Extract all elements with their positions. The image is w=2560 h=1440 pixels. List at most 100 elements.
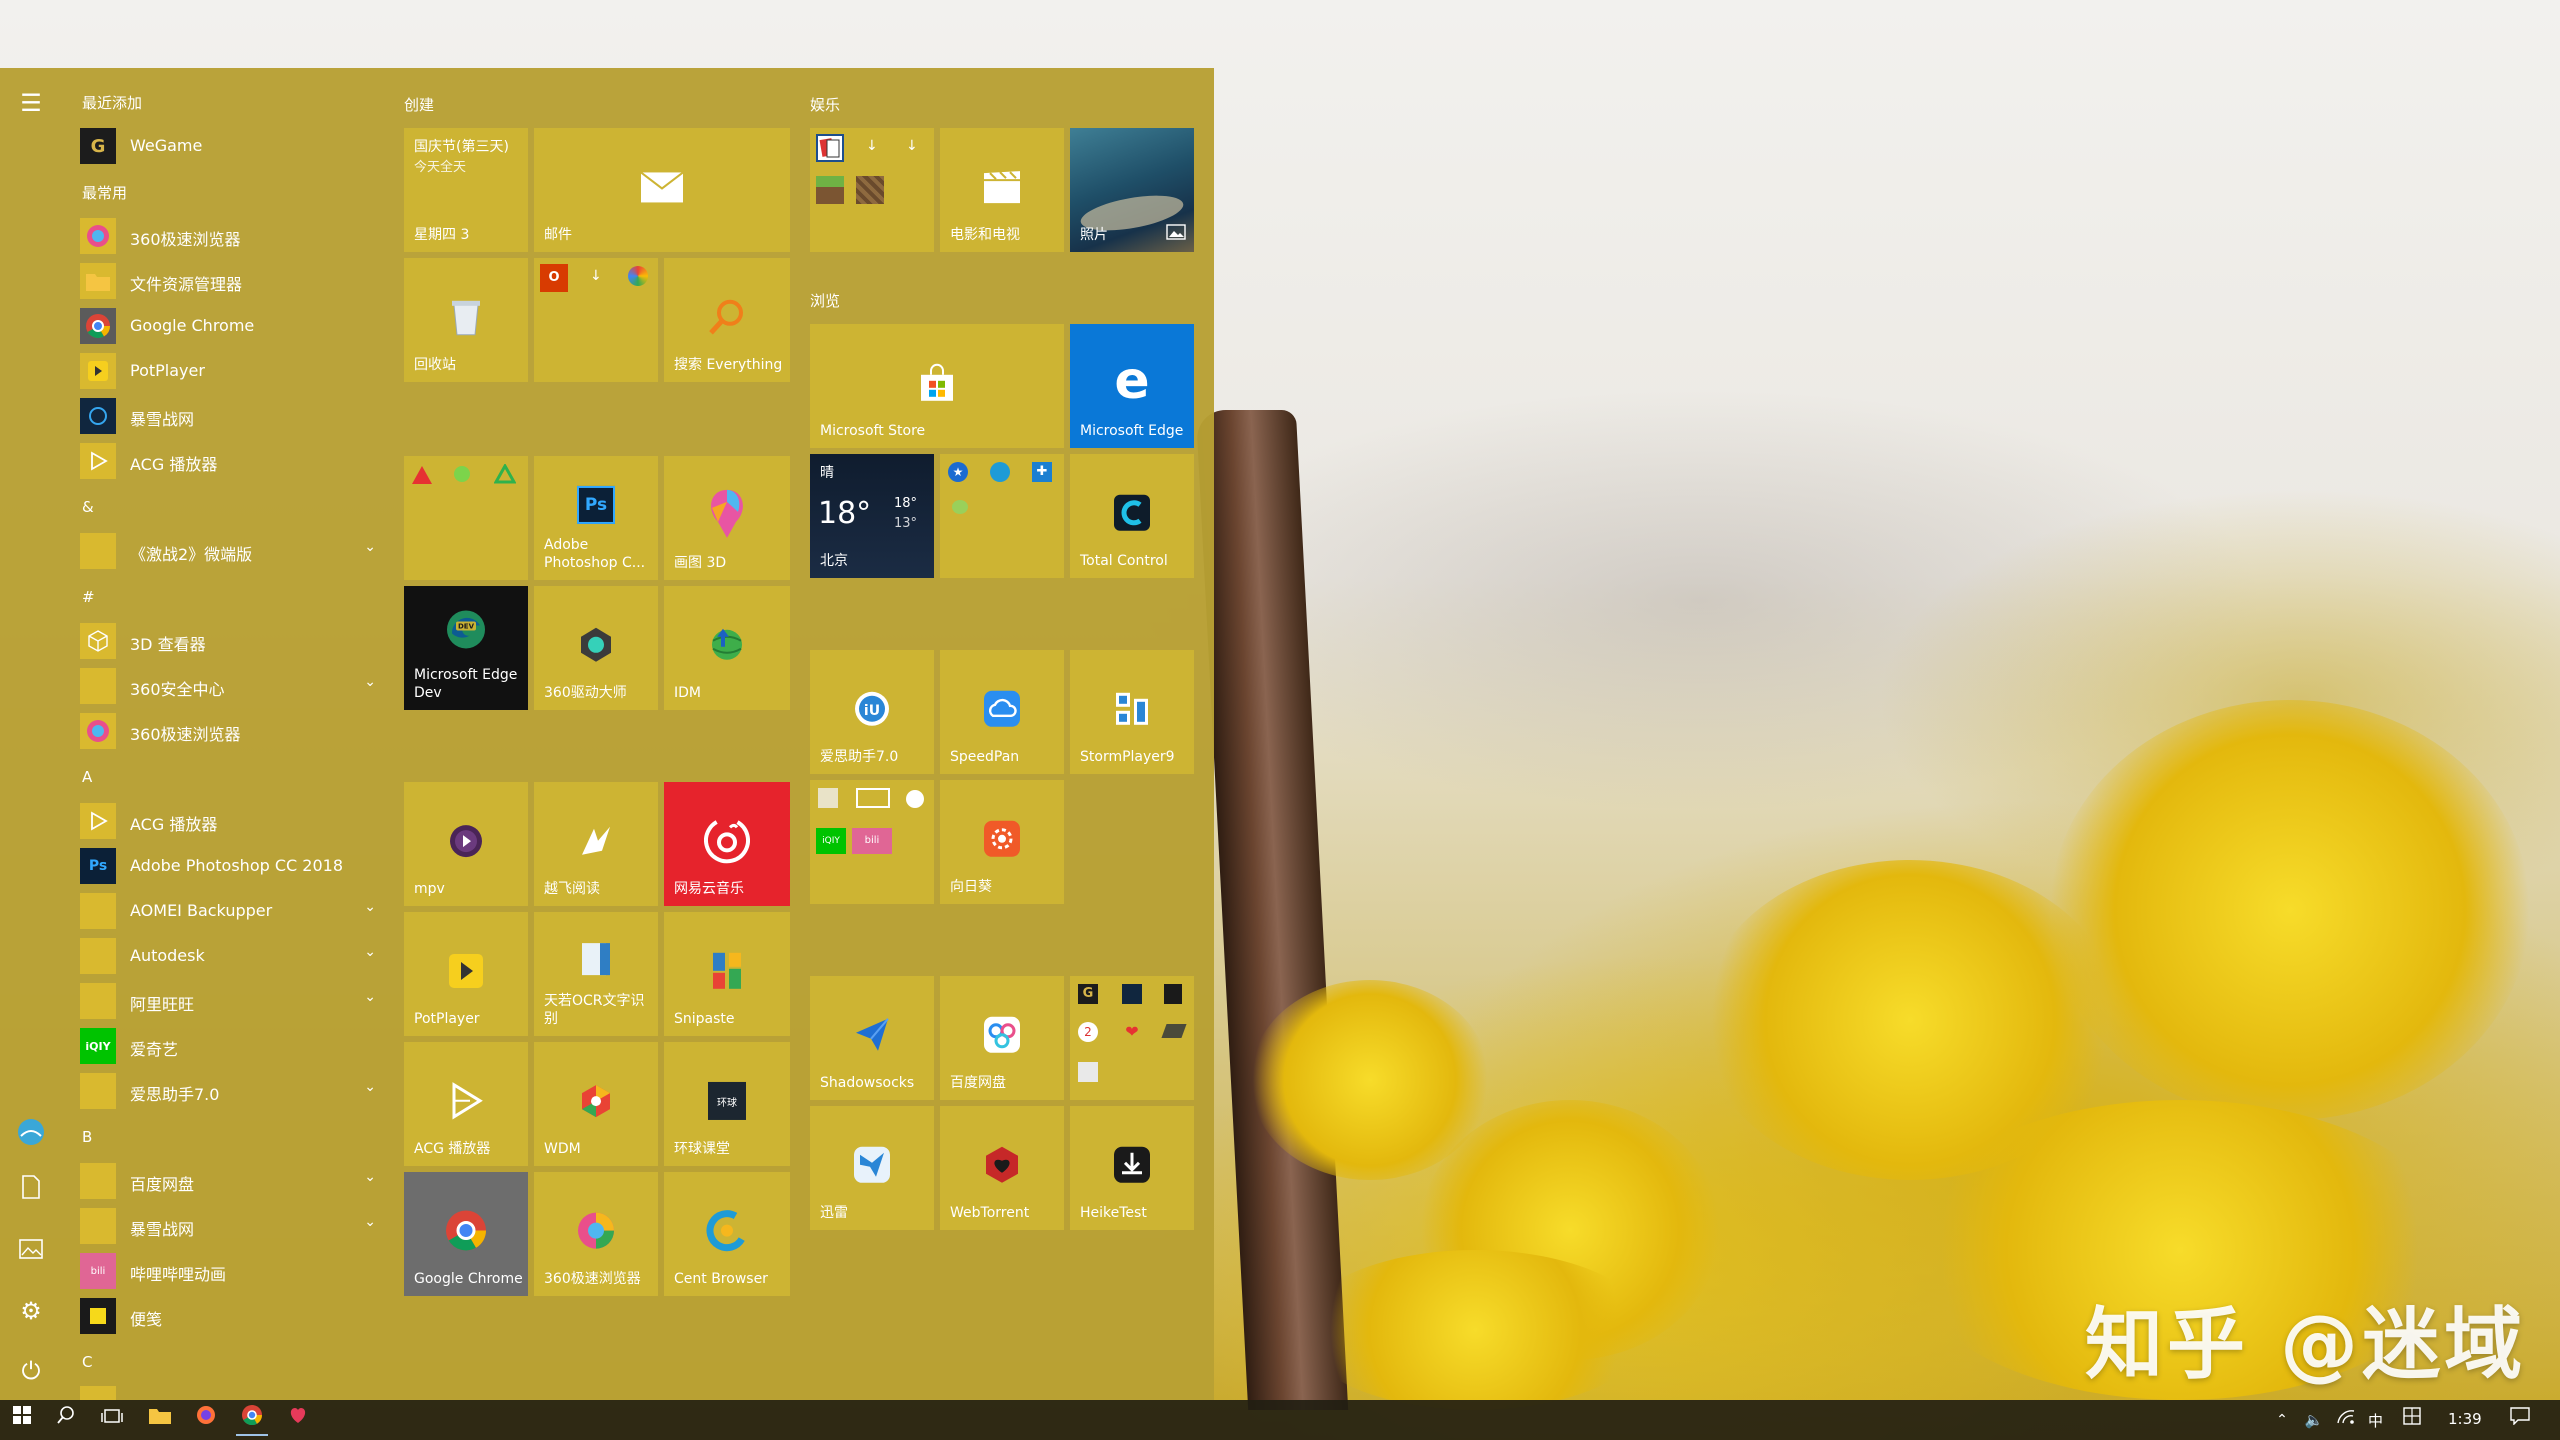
total-control-tile[interactable]: Total Control bbox=[1070, 454, 1194, 578]
xiangrikui-tile[interactable]: 向日葵 bbox=[940, 780, 1064, 904]
mpv-tile[interactable]: mpv bbox=[404, 782, 528, 906]
baidu-pan-tile[interactable]: 百度网盘 bbox=[940, 976, 1064, 1100]
chevron-down-icon[interactable]: ⌄ bbox=[364, 1169, 376, 1185]
section-letter[interactable]: A bbox=[82, 768, 92, 786]
list-item[interactable]: 360极速浏览器 bbox=[80, 711, 390, 751]
netease-music-tile[interactable]: 网易云音乐 bbox=[664, 782, 790, 906]
group-label-browse[interactable]: 浏览 bbox=[810, 290, 840, 311]
list-item[interactable]: AOMEI Backupper ⌄ bbox=[80, 891, 390, 931]
photoshop-tile[interactable]: Ps Adobe Photoshop C... bbox=[534, 456, 658, 580]
microsoft-store-tile[interactable]: Microsoft Store bbox=[810, 324, 1064, 448]
section-letter[interactable]: # bbox=[82, 588, 95, 606]
list-item[interactable]: 《激战2》微端版 ⌄ bbox=[80, 531, 390, 571]
taskbar-clock[interactable]: 1:39 bbox=[2448, 1410, 2482, 1428]
list-item[interactable]: ACG 播放器 bbox=[80, 441, 390, 481]
list-item[interactable]: iQIY 爱奇艺 bbox=[80, 1026, 390, 1066]
chevron-down-icon[interactable]: ⌄ bbox=[364, 539, 376, 555]
cent-browser-tile[interactable]: Cent Browser bbox=[664, 1172, 790, 1296]
list-item[interactable]: 360安全中心 ⌄ bbox=[80, 666, 390, 706]
chrome-tile[interactable]: Google Chrome bbox=[404, 1172, 528, 1296]
media-folder-tile[interactable]: iQIY bili bbox=[810, 780, 934, 904]
list-item[interactable]: 暴雪战网 ⌄ bbox=[80, 1206, 390, 1246]
xunlei-tile[interactable]: 迅雷 bbox=[810, 1106, 934, 1230]
games-folder-tile[interactable]: ↓ ↓ bbox=[810, 128, 934, 252]
movies-tv-tile[interactable]: 电影和电视 bbox=[940, 128, 1064, 252]
windows-start-icon[interactable] bbox=[6, 1404, 38, 1436]
task-view-icon[interactable] bbox=[96, 1404, 128, 1436]
section-letter[interactable]: B bbox=[82, 1128, 92, 1146]
chevron-up-icon[interactable]: ⌃ bbox=[2266, 1404, 2298, 1436]
idm-tile[interactable]: IDM bbox=[664, 586, 790, 710]
list-item[interactable]: Autodesk ⌄ bbox=[80, 936, 390, 976]
ime-indicator[interactable]: 中 bbox=[2368, 1410, 2383, 1431]
hamburger-menu-icon[interactable]: ☰ bbox=[14, 86, 48, 120]
action-center-icon[interactable] bbox=[2504, 1404, 2536, 1436]
weather-tile[interactable]: 晴 18° 18° 13° 北京 bbox=[810, 454, 934, 578]
list-item[interactable]: 阿里旺旺 ⌄ bbox=[80, 981, 390, 1021]
list-item[interactable]: 爱思助手7.0 ⌄ bbox=[80, 1071, 390, 1111]
photos-tile[interactable]: 照片 bbox=[1070, 128, 1194, 252]
power-icon[interactable]: ⏻ bbox=[14, 1354, 48, 1388]
ime-grid-icon[interactable] bbox=[2396, 1404, 2428, 1436]
chevron-down-icon[interactable]: ⌄ bbox=[364, 944, 376, 960]
chevron-down-icon[interactable]: ⌄ bbox=[364, 989, 376, 1005]
chrome-icon[interactable] bbox=[236, 1404, 268, 1436]
user-avatar[interactable] bbox=[14, 1118, 48, 1152]
list-item[interactable]: Google Chrome bbox=[80, 306, 390, 346]
webtorrent-tile[interactable]: WebTorrent bbox=[940, 1106, 1064, 1230]
microsoft-edge-tile[interactable]: e Microsoft Edge bbox=[1070, 324, 1194, 448]
chevron-down-icon[interactable]: ⌄ bbox=[364, 1214, 376, 1230]
wifi-icon[interactable] bbox=[2330, 1404, 2362, 1436]
snipaste-tile[interactable]: Snipaste bbox=[664, 912, 790, 1036]
ocr-tile[interactable]: 天若OCR文字识别 bbox=[534, 912, 658, 1036]
utilities-folder-tile[interactable]: G 2 ❤ bbox=[1070, 976, 1194, 1100]
list-item[interactable]: 360极速浏览器 bbox=[80, 216, 390, 256]
chevron-down-icon[interactable]: ⌄ bbox=[364, 674, 376, 690]
file-explorer-icon[interactable] bbox=[144, 1404, 176, 1436]
volume-icon[interactable]: 🔈 bbox=[2298, 1404, 2330, 1436]
list-item[interactable]: bili 哔哩哔哩动画 bbox=[80, 1251, 390, 1291]
shadowsocks-tile[interactable]: Shadowsocks bbox=[810, 976, 934, 1100]
edge-dev-tile[interactable]: DEV Microsoft Edge Dev bbox=[404, 586, 528, 710]
heiketest-tile[interactable]: HeikeTest bbox=[1070, 1106, 1194, 1230]
driver360-tile[interactable]: 360驱动大师 bbox=[534, 586, 658, 710]
section-letter[interactable]: C bbox=[82, 1353, 92, 1371]
wdm-tile[interactable]: WDM bbox=[534, 1042, 658, 1166]
aisi-tile[interactable]: iU 爱思助手7.0 bbox=[810, 650, 934, 774]
section-letter[interactable]: & bbox=[82, 498, 94, 516]
group-label-entertainment[interactable]: 娱乐 bbox=[810, 94, 840, 115]
mail-tile[interactable]: 邮件 bbox=[534, 128, 790, 252]
firefox-icon[interactable] bbox=[190, 1404, 222, 1436]
pictures-icon[interactable] bbox=[14, 1234, 48, 1268]
acg-player-tile[interactable]: ACG 播放器 bbox=[404, 1042, 528, 1166]
list-item[interactable] bbox=[80, 1384, 390, 1400]
stormplayer-tile[interactable]: StormPlayer9 bbox=[1070, 650, 1194, 774]
apps-folder-tile[interactable] bbox=[404, 456, 528, 580]
office-folder-tile[interactable]: O ↓ bbox=[534, 258, 658, 382]
group-label-create[interactable]: 创建 bbox=[404, 94, 434, 115]
search-icon[interactable] bbox=[50, 1404, 82, 1436]
list-item[interactable]: 3D 查看器 bbox=[80, 621, 390, 661]
document-icon[interactable] bbox=[14, 1174, 48, 1208]
list-item[interactable]: G WeGame bbox=[80, 126, 390, 166]
huanqiu-ketang-tile[interactable]: 环球 环球课堂 bbox=[664, 1042, 790, 1166]
browser360-tile[interactable]: 360极速浏览器 bbox=[534, 1172, 658, 1296]
list-item[interactable]: 文件资源管理器 bbox=[80, 261, 390, 301]
settings-gear-icon[interactable]: ⚙ bbox=[14, 1294, 48, 1328]
speedpan-tile[interactable]: SpeedPan bbox=[940, 650, 1064, 774]
chevron-down-icon[interactable]: ⌄ bbox=[364, 899, 376, 915]
list-item[interactable]: 便笺 bbox=[80, 1296, 390, 1336]
paint3d-tile[interactable]: 画图 3D bbox=[664, 456, 790, 580]
list-item[interactable]: 暴雪战网 bbox=[80, 396, 390, 436]
list-item[interactable]: PotPlayer bbox=[80, 351, 390, 391]
list-item[interactable]: Ps Adobe Photoshop CC 2018 bbox=[80, 846, 390, 886]
everything-tile[interactable]: 搜索 Everything bbox=[664, 258, 790, 382]
recycle-bin-tile[interactable]: 回收站 bbox=[404, 258, 528, 382]
tools-folder-tile[interactable]: ★ ✚ bbox=[940, 454, 1064, 578]
list-item[interactable]: 百度网盘 ⌄ bbox=[80, 1161, 390, 1201]
yuefei-reader-tile[interactable]: 越飞阅读 bbox=[534, 782, 658, 906]
potplayer-tile[interactable]: PotPlayer bbox=[404, 912, 528, 1036]
chevron-down-icon[interactable]: ⌄ bbox=[364, 1079, 376, 1095]
calendar-tile[interactable]: 国庆节(第三天) 今天全天 星期四 3 bbox=[404, 128, 528, 252]
heart-app-icon[interactable] bbox=[282, 1404, 314, 1436]
